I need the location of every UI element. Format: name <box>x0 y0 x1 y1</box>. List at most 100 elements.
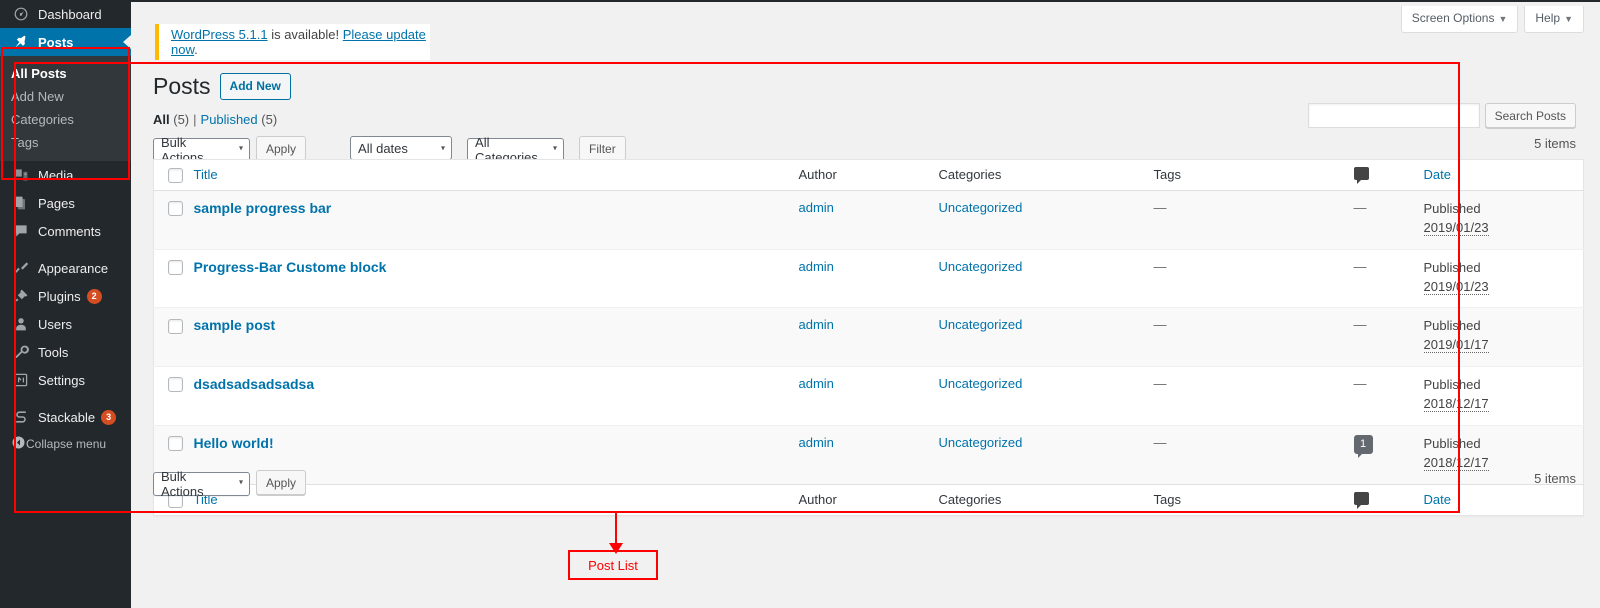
collapse-menu-label: Collapse menu <box>26 437 107 451</box>
row-categories-cell: Uncategorized <box>938 307 1154 367</box>
row-select-checkbox[interactable] <box>168 201 183 217</box>
post-author-link[interactable]: admin <box>799 259 834 274</box>
sidebar-item-stackable[interactable]: Stackable 3 <box>0 403 131 431</box>
post-title-link[interactable]: Hello world! <box>194 435 274 451</box>
bulk-actions-select-bottom[interactable]: Bulk Actions <box>153 469 250 499</box>
post-title-link[interactable]: dsadsadsadsadsa <box>194 376 315 392</box>
post-comments-value: — <box>1353 376 1367 392</box>
help-button[interactable]: Help ▼ <box>1524 6 1584 33</box>
sort-title-link[interactable]: Title <box>194 167 218 182</box>
apply-button-bottom[interactable]: Apply <box>256 469 307 495</box>
post-title-link[interactable]: Progress-Bar Custome block <box>194 259 387 275</box>
annotation-callout-box: Post List <box>568 550 658 580</box>
row-comments-cell: — <box>1353 307 1424 367</box>
dashboard-icon <box>11 6 31 22</box>
row-select-checkbox[interactable] <box>168 377 183 393</box>
sidebar-item-label: Tools <box>38 344 69 360</box>
column-footer-categories: Categories <box>938 483 1154 516</box>
date-filter-select[interactable]: All dates <box>350 136 453 160</box>
search-input[interactable] <box>1307 103 1480 128</box>
post-tags-value: — <box>1153 200 1167 216</box>
post-date-status: Published <box>1423 201 1481 217</box>
items-count-top: 5 items <box>1534 136 1576 151</box>
sidebar-item-media[interactable]: Media <box>0 161 131 189</box>
post-comments-value: — <box>1353 258 1367 274</box>
row-author-cell: admin <box>798 248 939 308</box>
column-footer-comments <box>1353 483 1424 516</box>
stackable-update-badge: 3 <box>101 409 117 425</box>
sidebar-item-appearance[interactable]: Appearance <box>0 254 131 282</box>
sidebar-item-pages[interactable]: Pages <box>0 189 131 217</box>
screen-options-button[interactable]: Screen Options ▼ <box>1400 6 1519 33</box>
table-row[interactable]: sample progress bar admin Uncategorized … <box>153 190 1584 250</box>
sidebar-item-tools[interactable]: Tools <box>0 338 131 366</box>
sidebar-item-add-new[interactable]: Add New <box>0 85 131 108</box>
sidebar-item-dashboard[interactable]: Dashboard <box>0 0 131 28</box>
sidebar-item-categories[interactable]: Categories <box>0 108 131 131</box>
select-all-checkbox[interactable] <box>168 168 183 184</box>
post-title-link[interactable]: sample post <box>194 317 276 333</box>
category-filter-select-shell: All Categories ▾ <box>467 134 565 165</box>
row-checkbox-cell <box>153 248 194 308</box>
row-comments-cell: — <box>1353 190 1424 250</box>
sidebar-item-label: Appearance <box>38 260 109 276</box>
plugin-icon <box>11 288 31 304</box>
post-author-link[interactable]: admin <box>799 435 834 450</box>
post-category-link[interactable]: Uncategorized <box>939 435 1023 450</box>
post-category-link[interactable]: Uncategorized <box>939 200 1023 215</box>
search-posts-button[interactable]: Search Posts <box>1484 103 1576 128</box>
collapse-menu-button[interactable]: Collapse menu <box>0 431 131 457</box>
column-header-author: Author <box>798 159 939 192</box>
sidebar-item-settings[interactable]: Settings <box>0 366 131 394</box>
brush-icon <box>11 260 31 276</box>
view-all-label[interactable]: All <box>153 112 170 127</box>
notice-end-text: . <box>194 42 198 57</box>
sidebar-item-label: Posts <box>38 34 74 50</box>
row-select-checkbox[interactable] <box>168 259 183 275</box>
table-row[interactable]: dsadsadsadsadsa admin Uncategorized — — … <box>153 366 1584 426</box>
apply-button-top[interactable]: Apply <box>256 135 307 161</box>
sidebar-item-tags[interactable]: Tags <box>0 131 131 154</box>
post-date-value: 2019/01/17 <box>1423 337 1489 354</box>
sidebar-item-users[interactable]: Users <box>0 310 131 338</box>
comments-bubble-icon <box>1353 491 1369 509</box>
post-author-link[interactable]: admin <box>799 317 834 332</box>
wordpress-version-link[interactable]: WordPress 5.1.1 <box>171 27 268 42</box>
post-category-link[interactable]: Uncategorized <box>939 376 1023 391</box>
sidebar-item-posts[interactable]: Posts <box>0 28 131 56</box>
post-author-link[interactable]: admin <box>799 376 834 391</box>
chevron-down-icon: ▼ <box>1564 14 1573 24</box>
bulk-actions-select-shell: Bulk Actions ▾ <box>153 134 250 165</box>
post-category-link[interactable]: Uncategorized <box>939 259 1023 274</box>
sidebar-item-all-posts[interactable]: All Posts <box>0 62 131 85</box>
post-date-status: Published <box>1423 259 1481 275</box>
post-author-link[interactable]: admin <box>799 200 834 215</box>
current-menu-arrow-icon <box>123 35 131 49</box>
select-all-header <box>153 159 194 192</box>
post-comment-count-badge[interactable]: 1 <box>1353 434 1373 458</box>
views-divider: | <box>193 112 197 127</box>
sort-date-link-bottom[interactable]: Date <box>1424 492 1451 507</box>
filter-button[interactable]: Filter <box>579 135 626 161</box>
view-published-label[interactable]: Published <box>201 112 258 127</box>
post-title-link[interactable]: sample progress bar <box>194 200 332 216</box>
table-row[interactable]: Hello world! admin Uncategorized — 1 Pub… <box>153 424 1584 484</box>
post-category-link[interactable]: Uncategorized <box>939 317 1023 332</box>
row-select-checkbox[interactable] <box>168 318 183 334</box>
table-row[interactable]: Progress-Bar Custome block admin Uncateg… <box>153 248 1584 308</box>
row-title-cell: Progress-Bar Custome block <box>193 248 799 308</box>
column-header-categories: Categories <box>938 159 1154 192</box>
wp-admin-screen: Dashboard Posts All Posts Add New Catego… <box>0 0 1600 608</box>
add-new-post-button[interactable]: Add New <box>219 73 291 101</box>
row-select-checkbox[interactable] <box>168 435 183 451</box>
table-row[interactable]: sample post admin Uncategorized — — Publ… <box>153 307 1584 367</box>
posts-table-body: sample progress bar admin Uncategorized … <box>153 190 1584 484</box>
column-header-comments <box>1353 159 1424 192</box>
row-categories-cell: Uncategorized <box>938 366 1154 426</box>
sidebar-item-plugins[interactable]: Plugins 2 <box>0 282 131 310</box>
column-header-date: Date <box>1423 159 1584 192</box>
sidebar-item-comments[interactable]: Comments <box>0 217 131 245</box>
post-date-status: Published <box>1423 435 1481 451</box>
row-title-cell: dsadsadsadsadsa <box>193 366 799 426</box>
sort-date-link[interactable]: Date <box>1424 167 1451 182</box>
